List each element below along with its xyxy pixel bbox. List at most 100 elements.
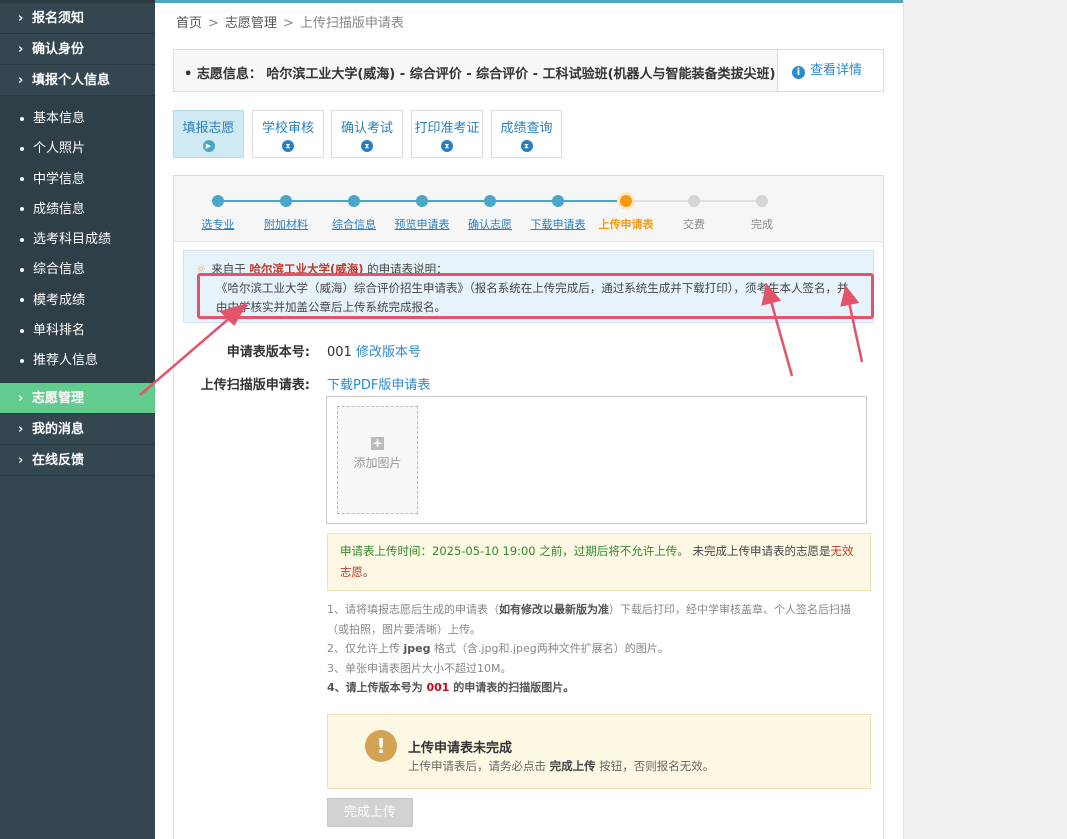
download-pdf-link[interactable]: 下载PDF版申请表 (327, 374, 430, 393)
sidebar-item-messages[interactable]: › 我的消息 (0, 414, 155, 445)
step-label[interactable]: 确认志愿 (455, 216, 525, 232)
sidebar-item-registration-notice[interactable]: › 报名须知 (0, 3, 155, 34)
sidebar-subitem-comprehensive[interactable]: 综合信息 (0, 255, 155, 285)
chevron-right-icon: › (18, 390, 24, 406)
breadcrumb-current: 上传扫描版申请表 (299, 16, 404, 31)
sidebar-subitem-label: 个人照片 (33, 141, 86, 157)
info-text: 志愿信息： 哈尔滨工业大学(威海) - 综合评价 - 综合评价 - 工科试验班(… (196, 67, 776, 82)
bullet-icon (20, 358, 24, 363)
sidebar-subitem-label: 成绩信息 (33, 201, 86, 217)
tab-school-review[interactable]: 学校审核 ⧗ (252, 110, 324, 158)
add-image-button[interactable]: + 添加图片 (337, 406, 418, 514)
sidebar-subitem-label: 单科排名 (33, 323, 86, 339)
sidebar-item-label: 确认身份 (32, 42, 85, 57)
tip-text: 2、仅允许上传 (327, 642, 404, 656)
step-label: 上传申请表 (598, 218, 654, 231)
step-dot (212, 195, 224, 207)
tab-fill-application[interactable]: 填报志愿 ▶ (173, 110, 244, 158)
sidebar-item-label: 报名须知 (32, 11, 85, 26)
sidebar-item-label: 志愿管理 (32, 390, 85, 406)
upload-area: + 添加图片 (326, 396, 867, 524)
upload-label: 上传扫描版申请表: (200, 378, 310, 393)
step-dot (620, 195, 632, 207)
sidebar-subitem-elective-grades[interactable]: 选考科目成绩 (0, 225, 155, 255)
info-icon: i (792, 66, 805, 79)
chevron-right-icon: › (18, 421, 24, 437)
step-connector (224, 200, 280, 202)
step-dot (280, 195, 292, 207)
sidebar-item-label: 在线反馈 (32, 452, 85, 468)
sidebar-subitem-photo[interactable]: 个人照片 (0, 134, 155, 164)
step-connector (700, 200, 756, 202)
upload-deadline-warning: 申请表上传时间：2025-05-10 19:00 之前，过期后将不允许上传。 未… (327, 533, 871, 591)
tab-label: 打印准考证 (414, 121, 480, 136)
sidebar-subitem-subject-rank[interactable]: 单科排名 (0, 316, 155, 346)
right-gutter (903, 0, 1067, 839)
tab-confirm-exam[interactable]: 确认考试 ⧗ (331, 110, 403, 158)
view-details-label: 查看详情 (810, 63, 863, 78)
sidebar-item-feedback[interactable]: › 在线反馈 (0, 445, 155, 476)
annotation-highlight-box (197, 273, 874, 319)
tip-text: 格式（含.jpg和.jpeg两种文件扩展名）的图片。 (430, 642, 669, 656)
tip-emphasis: 的申请表的扫描版图片。 (449, 681, 575, 695)
hourglass-icon: ⧗ (361, 140, 373, 152)
sidebar-subitem-label: 选考科目成绩 (33, 232, 112, 248)
sidebar-subitem-mock-exam[interactable]: 模考成绩 (0, 286, 155, 316)
breadcrumb-application-management[interactable]: 志愿管理 (225, 16, 277, 31)
sidebar-submenu: 基本信息 个人照片 中学信息 成绩信息 选考科目成绩 综合信息 模考成绩 单科排… (0, 96, 155, 383)
hourglass-icon: ⧗ (282, 140, 294, 152)
version-row: 001 修改版本号 (327, 341, 421, 360)
sidebar-item-confirm-identity[interactable]: › 确认身份 (0, 34, 155, 65)
hourglass-icon: ⧗ (441, 140, 453, 152)
step-label[interactable]: 附加材料 (251, 216, 321, 232)
progress-steps: 选专业 附加材料 综合信息 预览申请表 确认志愿 下载申请表 上传申请表 交费 完成 (174, 176, 883, 242)
step-connector (292, 200, 348, 202)
tip-emphasis: 如有修改以最新版为准 (499, 603, 609, 616)
tab-print-admission[interactable]: 打印准考证 ⧗ (411, 110, 483, 158)
tab-score-query[interactable]: 成绩查询 ⧗ (491, 110, 562, 158)
sidebar-subitem-basic-info[interactable]: 基本信息 (0, 104, 155, 134)
step-label: 交费 (683, 218, 705, 231)
sidebar-subitem-grades[interactable]: 成绩信息 (0, 195, 155, 225)
bullet-icon (20, 267, 24, 272)
view-details-button[interactable]: i 查看详情 (777, 50, 883, 91)
warning-text: 未完成上传申请表的志愿是 (692, 544, 831, 558)
breadcrumb-separator: > (282, 16, 294, 31)
step-connector (360, 200, 416, 202)
breadcrumb-separator: > (208, 16, 219, 31)
tab-label: 确认考试 (340, 121, 393, 136)
breadcrumb-home[interactable]: 首页 (176, 16, 202, 31)
warning-end: 。 (363, 565, 375, 579)
sidebar-subitem-label: 推荐人信息 (33, 353, 99, 369)
finish-upload-button[interactable]: 完成上传 (327, 798, 413, 827)
deadline-text: 申请表上传时间：2025-05-10 19:00 之前，过期后将不允许上传。 (340, 544, 689, 558)
sidebar-item-personal-info[interactable]: › 填报个人信息 (0, 65, 155, 96)
sidebar-subitem-referee[interactable]: 推荐人信息 (0, 346, 155, 376)
hourglass-icon: ⧗ (520, 140, 533, 152)
tip-version: 001 (426, 681, 450, 695)
step-label: 完成 (751, 218, 773, 231)
sidebar-subitem-school-info[interactable]: 中学信息 (0, 165, 155, 195)
step-connector (632, 200, 688, 202)
status-emphasis: 完成上传 (549, 759, 596, 773)
tip-item: 2、仅允许上传 jpeg 格式（含.jpg和.jpeg两种文件扩展名）的图片。 (327, 639, 872, 659)
application-info-bar: • 志愿信息： 哈尔滨工业大学(威海) - 综合评价 - 综合评价 - 工科试验… (173, 49, 884, 92)
step-label[interactable]: 综合信息 (319, 216, 389, 232)
step-label[interactable]: 选专业 (183, 216, 253, 232)
step-connector (564, 200, 620, 202)
top-accent-line (155, 0, 903, 3)
exclamation-icon: ! (365, 730, 397, 762)
step-label[interactable]: 预览申请表 (387, 216, 457, 232)
step-label[interactable]: 下载申请表 (523, 216, 593, 232)
sidebar: › 报名须知 › 确认身份 › 填报个人信息 基本信息 个人照片 中学信息 成绩信息 … (0, 0, 155, 839)
modify-version-link[interactable]: 修改版本号 (356, 345, 421, 360)
sidebar-subitem-label: 中学信息 (33, 171, 86, 187)
info-bullet: • (184, 67, 193, 82)
bullet-icon (20, 177, 24, 182)
chevron-right-icon: › (18, 42, 24, 57)
tip-emphasis: jpeg (403, 642, 431, 656)
sidebar-item-application-management[interactable]: › 志愿管理 (0, 382, 155, 414)
version-value: 001 (327, 345, 352, 360)
tip-emphasis: 4、请上传版本号为 (327, 681, 427, 695)
status-description: 上传申请表后，请务必点击 完成上传 按钮，否则报名无效。 (408, 758, 714, 774)
